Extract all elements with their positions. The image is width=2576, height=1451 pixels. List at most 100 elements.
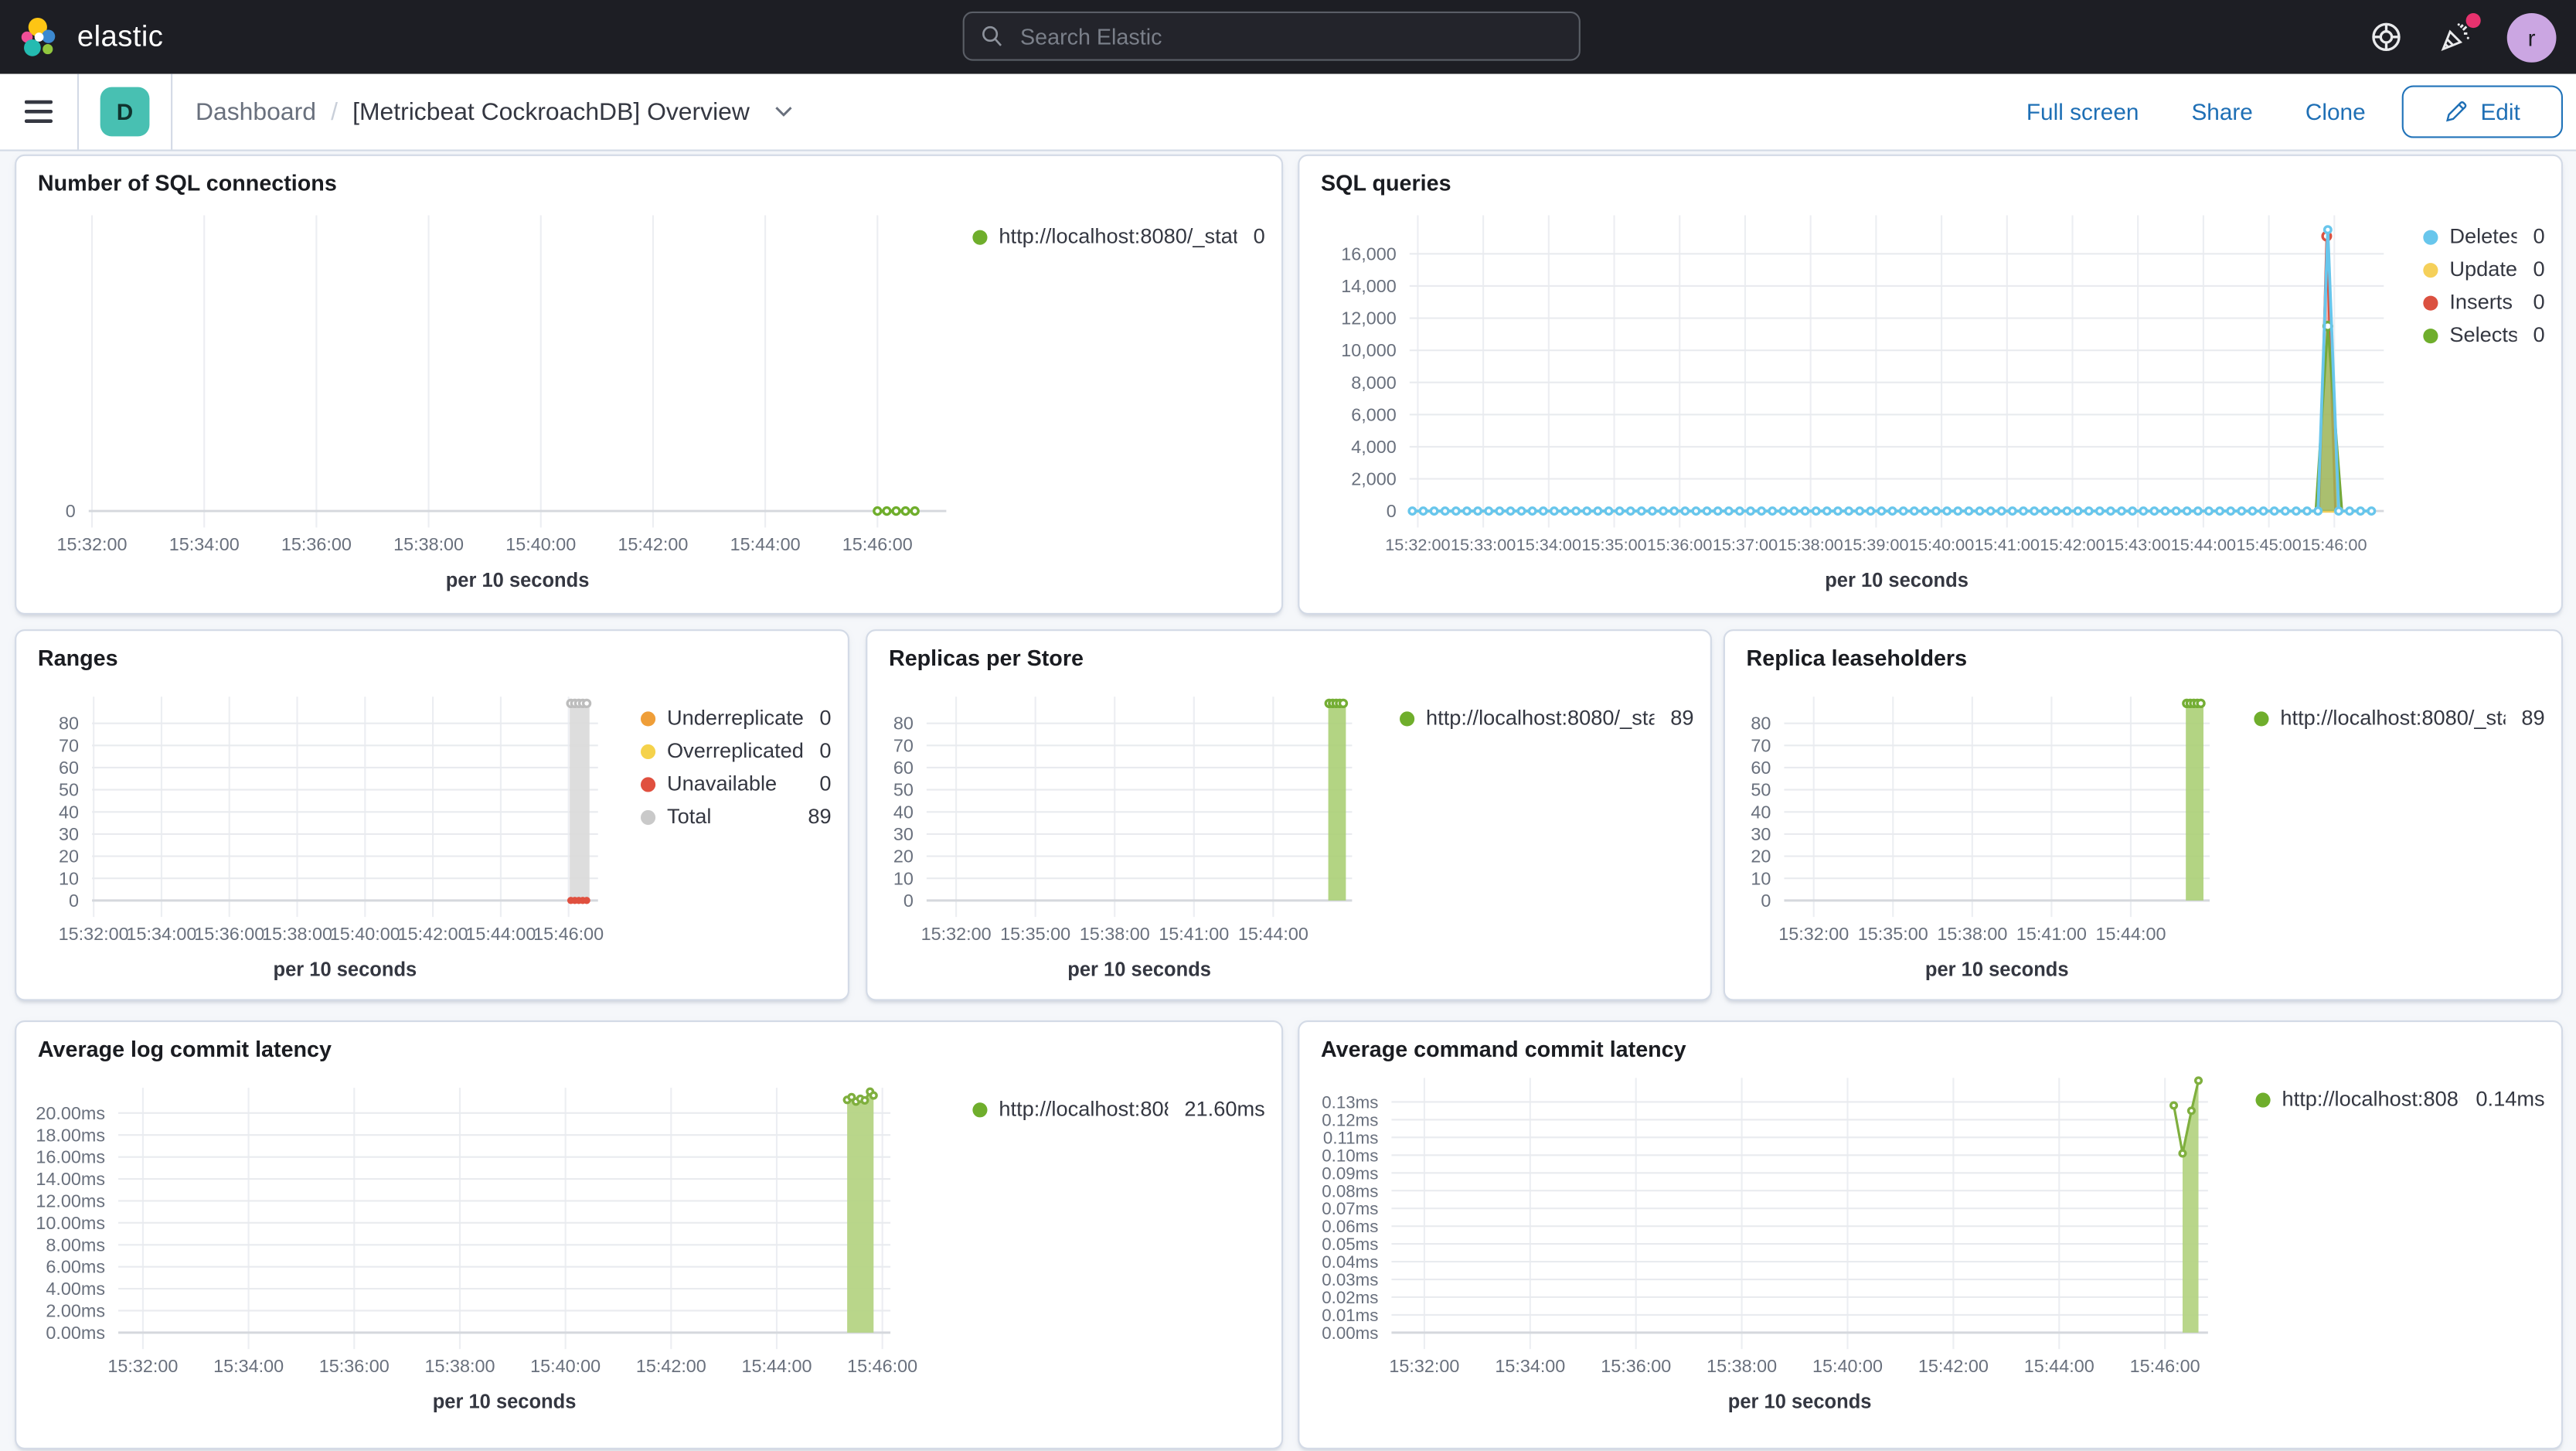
svg-text:4.00ms: 4.00ms xyxy=(46,1279,105,1299)
svg-text:15:42:00: 15:42:00 xyxy=(1918,1356,1989,1376)
svg-text:15:42:00: 15:42:00 xyxy=(636,1356,706,1376)
svg-text:10.00ms: 10.00ms xyxy=(36,1213,105,1233)
share-button[interactable]: Share xyxy=(2165,99,2278,125)
title-menu-button[interactable] xyxy=(774,105,795,118)
legend-item[interactable]: http://localhost:8080/_sta... 89 xyxy=(2254,706,2545,730)
edit-button-label: Edit xyxy=(2480,98,2520,125)
app-window: elastic Search Elastic r D Dashboard / [… xyxy=(0,0,2576,1451)
brand-name: elastic xyxy=(77,19,164,53)
legend-item[interactable]: http://localhost:8080/_sta... 89 xyxy=(1400,706,1694,730)
svg-text:15:36:00: 15:36:00 xyxy=(319,1356,390,1376)
chart-canvas[interactable]: 0 102030405060 7080 15:32:00 15:35:00 15:38:0… xyxy=(867,631,1712,1000)
help-button[interactable] xyxy=(2369,20,2404,55)
legend-swatch-icon xyxy=(2254,710,2269,726)
svg-text:15:34:00: 15:34:00 xyxy=(1495,1356,1565,1376)
svg-text:per 10 seconds: per 10 seconds xyxy=(1825,570,1969,591)
full-screen-button[interactable]: Full screen xyxy=(2000,99,2166,125)
chart-canvas[interactable]: 0 102030405060 7080 15:32:00 15:35:00 15:38:0… xyxy=(1725,631,2563,1000)
search-icon xyxy=(981,25,1004,48)
svg-text:30: 30 xyxy=(1751,824,1771,844)
pencil-icon xyxy=(2445,100,2468,124)
legend-item[interactable]: http://localhost:8080... 0.14ms xyxy=(2255,1087,2545,1111)
legend-swatch-icon xyxy=(2255,1092,2271,1107)
dashboard-toolbar: D Dashboard / [Metricbeat CockroachDB] O… xyxy=(0,73,2576,152)
svg-text:per 10 seconds: per 10 seconds xyxy=(433,1391,577,1413)
svg-text:0.00ms: 0.00ms xyxy=(1322,1323,1378,1343)
clone-button[interactable]: Clone xyxy=(2279,99,2392,125)
legend-item[interactable]: Overreplicated 0 xyxy=(640,738,832,763)
notification-dot xyxy=(2465,13,2481,29)
legend-label: Overreplicated xyxy=(667,739,804,763)
svg-text:15:33:00: 15:33:00 xyxy=(1451,535,1516,554)
svg-text:80: 80 xyxy=(59,714,79,734)
news-button[interactable] xyxy=(2438,13,2481,55)
legend-item[interactable]: Total 89 xyxy=(640,805,832,829)
svg-text:15:35:00: 15:35:00 xyxy=(1858,924,1928,944)
svg-text:15:37:00: 15:37:00 xyxy=(1713,535,1778,554)
svg-text:20.00ms: 20.00ms xyxy=(36,1103,105,1123)
svg-text:60: 60 xyxy=(893,758,914,778)
svg-text:0.10ms: 0.10ms xyxy=(1322,1146,1378,1165)
legend-swatch-icon xyxy=(2423,328,2438,343)
legend-item[interactable]: http://localhost:808... 21.60ms xyxy=(972,1097,1265,1121)
svg-text:per 10 seconds: per 10 seconds xyxy=(1925,959,2069,981)
svg-text:15:32:00: 15:32:00 xyxy=(1778,924,1849,944)
panel-replica-leaseholders: Replica leaseholders 0 10 20 30 40 50 60 70 80 15… xyxy=(1723,629,2563,1001)
divider xyxy=(77,73,80,150)
legend-swatch-icon xyxy=(640,776,656,792)
svg-text:8,000: 8,000 xyxy=(1351,373,1397,393)
legend-label: http://localhost:8080... xyxy=(2282,1088,2460,1111)
legend-swatch-icon xyxy=(640,710,656,726)
svg-text:0.03ms: 0.03ms xyxy=(1322,1270,1378,1289)
legend-item[interactable]: Inserts 0 xyxy=(2423,290,2545,314)
hamburger-menu-button[interactable] xyxy=(0,74,77,150)
legend-label: Updates xyxy=(2449,257,2517,281)
elastic-brand[interactable]: elastic xyxy=(0,15,163,58)
svg-text:15:46:00: 15:46:00 xyxy=(533,924,604,944)
panel-title: Average command commit latency xyxy=(1321,1037,1686,1062)
svg-text:0.02ms: 0.02ms xyxy=(1322,1288,1378,1307)
svg-text:15:35:00: 15:35:00 xyxy=(1581,535,1646,554)
chart-canvas[interactable]: 0.00ms0.01ms0.02ms0.03ms0.04ms0.05ms0.06… xyxy=(1299,1022,2563,1449)
breadcrumb: Dashboard / [Metricbeat CockroachDB] Ove… xyxy=(196,97,795,126)
legend-item[interactable]: http://localhost:8080/_stat... 0 xyxy=(972,224,1265,248)
svg-text:14.00ms: 14.00ms xyxy=(36,1169,105,1189)
edit-button[interactable]: Edit xyxy=(2401,85,2563,138)
svg-text:16,000: 16,000 xyxy=(1341,244,1397,264)
svg-text:15:32:00: 15:32:00 xyxy=(1385,535,1450,554)
dashboard-grid: Number of SQL connections 0 15:32:00 15:34… xyxy=(0,153,2576,1451)
global-search[interactable] xyxy=(962,11,1581,61)
user-menu-button[interactable]: r xyxy=(2506,12,2557,62)
svg-text:15:40:00: 15:40:00 xyxy=(530,1356,601,1376)
svg-text:40: 40 xyxy=(1751,802,1771,822)
svg-text:0: 0 xyxy=(1387,501,1397,521)
panel-title: SQL queries xyxy=(1321,171,1451,196)
svg-text:15:32:00: 15:32:00 xyxy=(57,534,128,554)
svg-text:15:32:00: 15:32:00 xyxy=(1389,1356,1459,1376)
svg-text:14,000: 14,000 xyxy=(1341,276,1397,296)
space-switcher-button[interactable]: D xyxy=(100,87,150,137)
legend-item[interactable]: Updates 0 xyxy=(2423,257,2545,281)
chart-canvas[interactable]: 0 2,000 4,000 6,000 8,000 10,000 12,000 14,000 1… xyxy=(1299,156,2563,615)
svg-text:15:32:00: 15:32:00 xyxy=(921,924,992,944)
chart-canvas[interactable]: 0.00ms2.00ms4.00ms6.00ms8.00ms10.00ms12.… xyxy=(16,1022,1283,1449)
elastic-logo-icon xyxy=(20,15,63,58)
svg-text:15:34:00: 15:34:00 xyxy=(1516,535,1581,554)
svg-text:15:34:00: 15:34:00 xyxy=(213,1356,284,1376)
svg-text:15:44:00: 15:44:00 xyxy=(742,1356,812,1376)
svg-text:0.08ms: 0.08ms xyxy=(1322,1181,1378,1201)
svg-text:per 10 seconds: per 10 seconds xyxy=(446,570,590,591)
svg-text:4,000: 4,000 xyxy=(1351,437,1397,457)
search-input[interactable] xyxy=(1016,22,1563,50)
svg-text:15:38:00: 15:38:00 xyxy=(393,534,464,554)
breadcrumb-dashboard-link[interactable]: Dashboard xyxy=(196,97,316,125)
svg-text:15:38:00: 15:38:00 xyxy=(1778,535,1843,554)
svg-text:0.07ms: 0.07ms xyxy=(1322,1199,1378,1218)
legend-item[interactable]: Underreplicated 0 xyxy=(640,706,832,730)
legend-item[interactable]: Selects 0 xyxy=(2423,323,2545,347)
svg-text:0: 0 xyxy=(903,891,914,911)
legend-item[interactable]: Deletes 0 xyxy=(2423,224,2545,248)
svg-text:15:41:00: 15:41:00 xyxy=(1159,924,1229,944)
legend-item[interactable]: Unavailable 0 xyxy=(640,771,832,795)
svg-text:15:42:00: 15:42:00 xyxy=(398,924,468,944)
